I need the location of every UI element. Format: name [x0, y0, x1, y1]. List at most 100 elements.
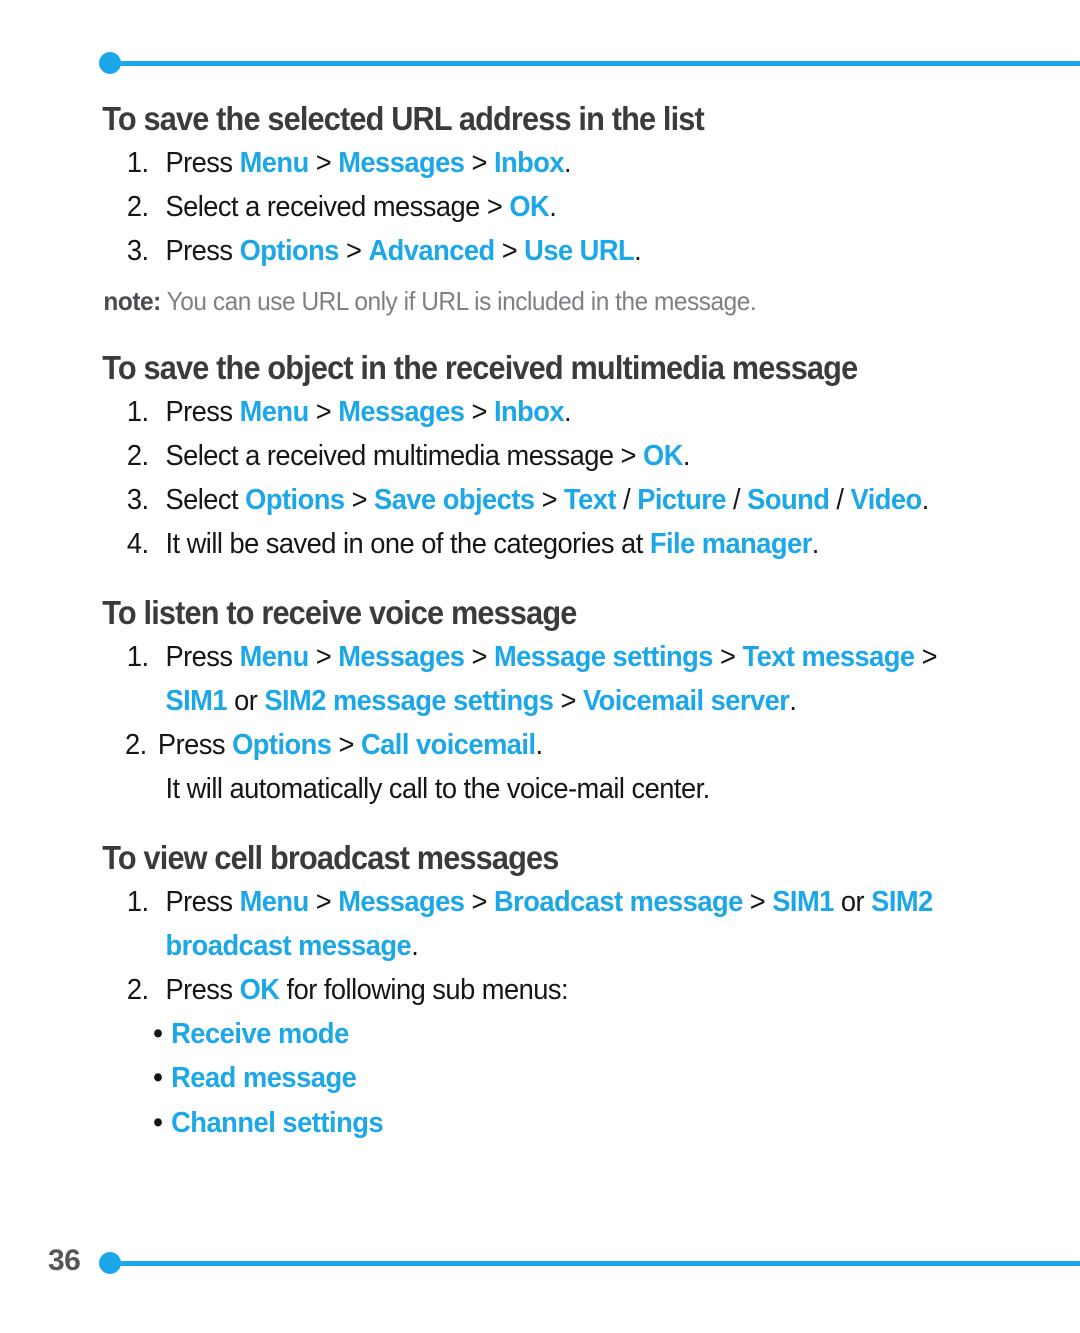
section: To listen to receive voice message 1. Pres…	[0, 566, 1080, 811]
menu-path-item[interactable]: SIM1	[165, 685, 227, 717]
step-number: 1.	[126, 146, 149, 179]
step-text: >	[464, 395, 494, 428]
step-text: .	[682, 439, 691, 472]
menu-path-item[interactable]: Text message	[742, 641, 915, 673]
step-list: 1. Press Menu > Messages > Inbox. 2. Select…	[0, 141, 1080, 273]
header-rule-line	[110, 60, 1080, 66]
menu-path-item[interactable]: OK	[509, 191, 549, 223]
step-text: >	[464, 640, 494, 673]
menu-path-item[interactable]: Advanced	[368, 235, 495, 267]
submenu-item[interactable]: • Channel settings	[0, 1101, 1015, 1145]
menu-path-item[interactable]: Menu	[240, 396, 310, 428]
step-text: >	[308, 640, 339, 673]
step-text: Press	[165, 146, 240, 179]
step-text: >	[331, 729, 361, 762]
step-text: Press	[165, 235, 240, 268]
step-text: or	[227, 684, 265, 717]
submenu-list: • Receive mode • Read message • Channel setti…	[0, 1012, 1080, 1144]
menu-path-item[interactable]: SIM1	[772, 886, 834, 918]
menu-path-item[interactable]: Voicemail server	[583, 685, 790, 717]
menu-path-item[interactable]: Broadcast message	[494, 886, 743, 918]
footer-rule	[0, 1248, 1080, 1278]
step-text: .	[549, 190, 557, 223]
menu-path-item[interactable]: Call voicemail	[361, 729, 536, 761]
step-number: 3.	[126, 235, 149, 268]
step-text: >	[742, 886, 773, 919]
step-list: 1. Press Menu > Messages > Message settin…	[0, 635, 1080, 767]
menu-path-item[interactable]: Options	[232, 729, 332, 761]
section-heading: To listen to receive voice message	[102, 594, 577, 632]
step-number: 2.	[126, 974, 149, 1007]
menu-path-item[interactable]: Menu	[240, 641, 310, 673]
step-text: .	[921, 483, 930, 516]
menu-path-item[interactable]: Use URL	[524, 235, 635, 267]
menu-path-item[interactable]: Picture	[637, 484, 726, 516]
step-item: 1. Press Menu > Messages > Broadcast mess…	[0, 880, 1015, 968]
menu-path-item[interactable]: Menu	[240, 886, 310, 918]
step-number: 2.	[125, 729, 147, 762]
note-gap	[0, 273, 1080, 283]
step-number: 1.	[126, 886, 149, 919]
step-text: .	[789, 684, 797, 717]
menu-path-item[interactable]: OK	[643, 440, 683, 472]
step-text: >	[464, 886, 494, 919]
step-text: Press	[157, 729, 233, 762]
submenu-item-label: Read message	[171, 1062, 357, 1095]
step-text: >	[534, 483, 565, 516]
step-text: >	[338, 235, 369, 268]
menu-path-item[interactable]: Menu	[240, 147, 310, 179]
step-text: >	[344, 483, 375, 516]
step-item: 4. It will be saved in one of the categor…	[0, 522, 1015, 566]
step-text: >	[308, 886, 339, 919]
step-text: .	[564, 146, 572, 179]
step-text: /	[829, 483, 851, 516]
menu-path-item[interactable]: SIM2 message settings	[264, 685, 554, 717]
bullet-icon: •	[153, 1018, 163, 1051]
menu-path-item[interactable]: Messages	[338, 886, 465, 918]
menu-path-item[interactable]: Sound	[747, 484, 830, 516]
step-number: 3.	[126, 483, 149, 516]
step-item: 2. Press Options > Call voicemail.	[0, 723, 1015, 767]
step-item: 3. Press Options > Advanced > Use URL.	[0, 229, 1015, 273]
step-list: 1. Press Menu > Messages > Broadcast mess…	[0, 880, 1080, 1012]
menu-path-item[interactable]: Inbox	[494, 147, 565, 179]
page-content: To save the selected URL address in the …	[0, 98, 1080, 1145]
menu-path-item[interactable]: Message settings	[494, 641, 714, 673]
step-item: 2. Press OK for following sub menus:	[0, 968, 1015, 1012]
note: note: You can use URL only if URL is inc…	[0, 283, 1015, 321]
step-text: >	[464, 146, 494, 179]
step-number: 2.	[126, 439, 149, 472]
submenu-item[interactable]: • Read message	[0, 1056, 1015, 1100]
footer-rule-line	[110, 1260, 1080, 1266]
step-text: Press	[165, 640, 240, 673]
step-text: Press	[165, 974, 240, 1007]
menu-path-item[interactable]: Messages	[338, 641, 465, 673]
menu-path-item[interactable]: Text	[564, 484, 616, 516]
step-text: .	[634, 235, 642, 268]
menu-path-item[interactable]: Options	[245, 484, 345, 516]
menu-path-item[interactable]: Save objects	[374, 484, 535, 516]
step-text: /	[616, 483, 638, 516]
menu-path-item[interactable]: Messages	[338, 396, 465, 428]
step-text: Press	[165, 886, 240, 919]
sections-container: To save the selected URL address in the …	[0, 98, 1080, 1145]
menu-path-item[interactable]: OK	[240, 974, 280, 1006]
step-item: 2. Select a received message > OK.	[0, 185, 1015, 229]
step-text: >	[494, 235, 525, 268]
menu-path-item[interactable]: Video	[851, 484, 923, 516]
step-text: >	[308, 395, 339, 428]
step-list: 1. Press Menu > Messages > Inbox. 2. Select…	[0, 390, 1080, 566]
page-number: 36	[48, 1244, 81, 1277]
section-heading: To save the selected URL address in the …	[102, 100, 704, 137]
step-text: Select a received message >	[165, 190, 510, 223]
menu-path-item[interactable]: Inbox	[494, 396, 565, 428]
step-note-line: It will automatically call to the voice-…	[165, 773, 710, 806]
submenu-item[interactable]: • Receive mode	[0, 1012, 1015, 1056]
step-item: 1. Press Menu > Messages > Inbox.	[0, 141, 1015, 185]
menu-path-item[interactable]: File manager	[650, 528, 812, 560]
menu-path-item[interactable]: Messages	[338, 147, 465, 179]
menu-path-item[interactable]: Options	[240, 235, 340, 267]
